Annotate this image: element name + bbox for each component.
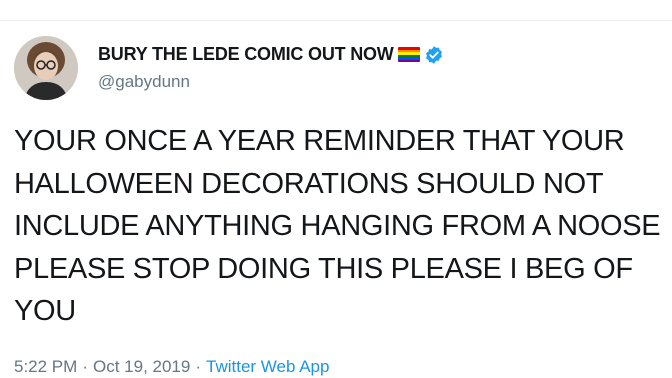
profile-photo: [14, 36, 78, 100]
display-name[interactable]: BURY THE LEDE COMIC OUT NOW: [98, 44, 394, 65]
user-handle[interactable]: @gabydunn: [98, 72, 190, 92]
tweet-card: BURY THE LEDE COMIC OUT NOW @gabydunn YO…: [0, 0, 672, 378]
tweet-text: YOUR ONCE A YEAR REMINDER THAT YOUR HALL…: [14, 125, 661, 327]
flag-stripe: [397, 59, 420, 62]
meta-separator: ·: [195, 357, 201, 376]
tweet-time[interactable]: 5:22 PM: [14, 357, 77, 376]
tweet-source-link[interactable]: Twitter Web App: [206, 357, 329, 376]
meta-separator: ·: [82, 357, 88, 376]
rainbow-flag-icon: [397, 47, 420, 62]
tweet-meta: 5:22 PM · Oct 19, 2019 · Twitter Web App: [14, 357, 329, 377]
verified-badge-icon: [425, 45, 442, 64]
top-divider: [0, 20, 672, 21]
name-row[interactable]: BURY THE LEDE COMIC OUT NOW: [98, 44, 444, 65]
tweet-date[interactable]: Oct 19, 2019: [93, 357, 190, 376]
avatar[interactable]: [14, 36, 78, 100]
